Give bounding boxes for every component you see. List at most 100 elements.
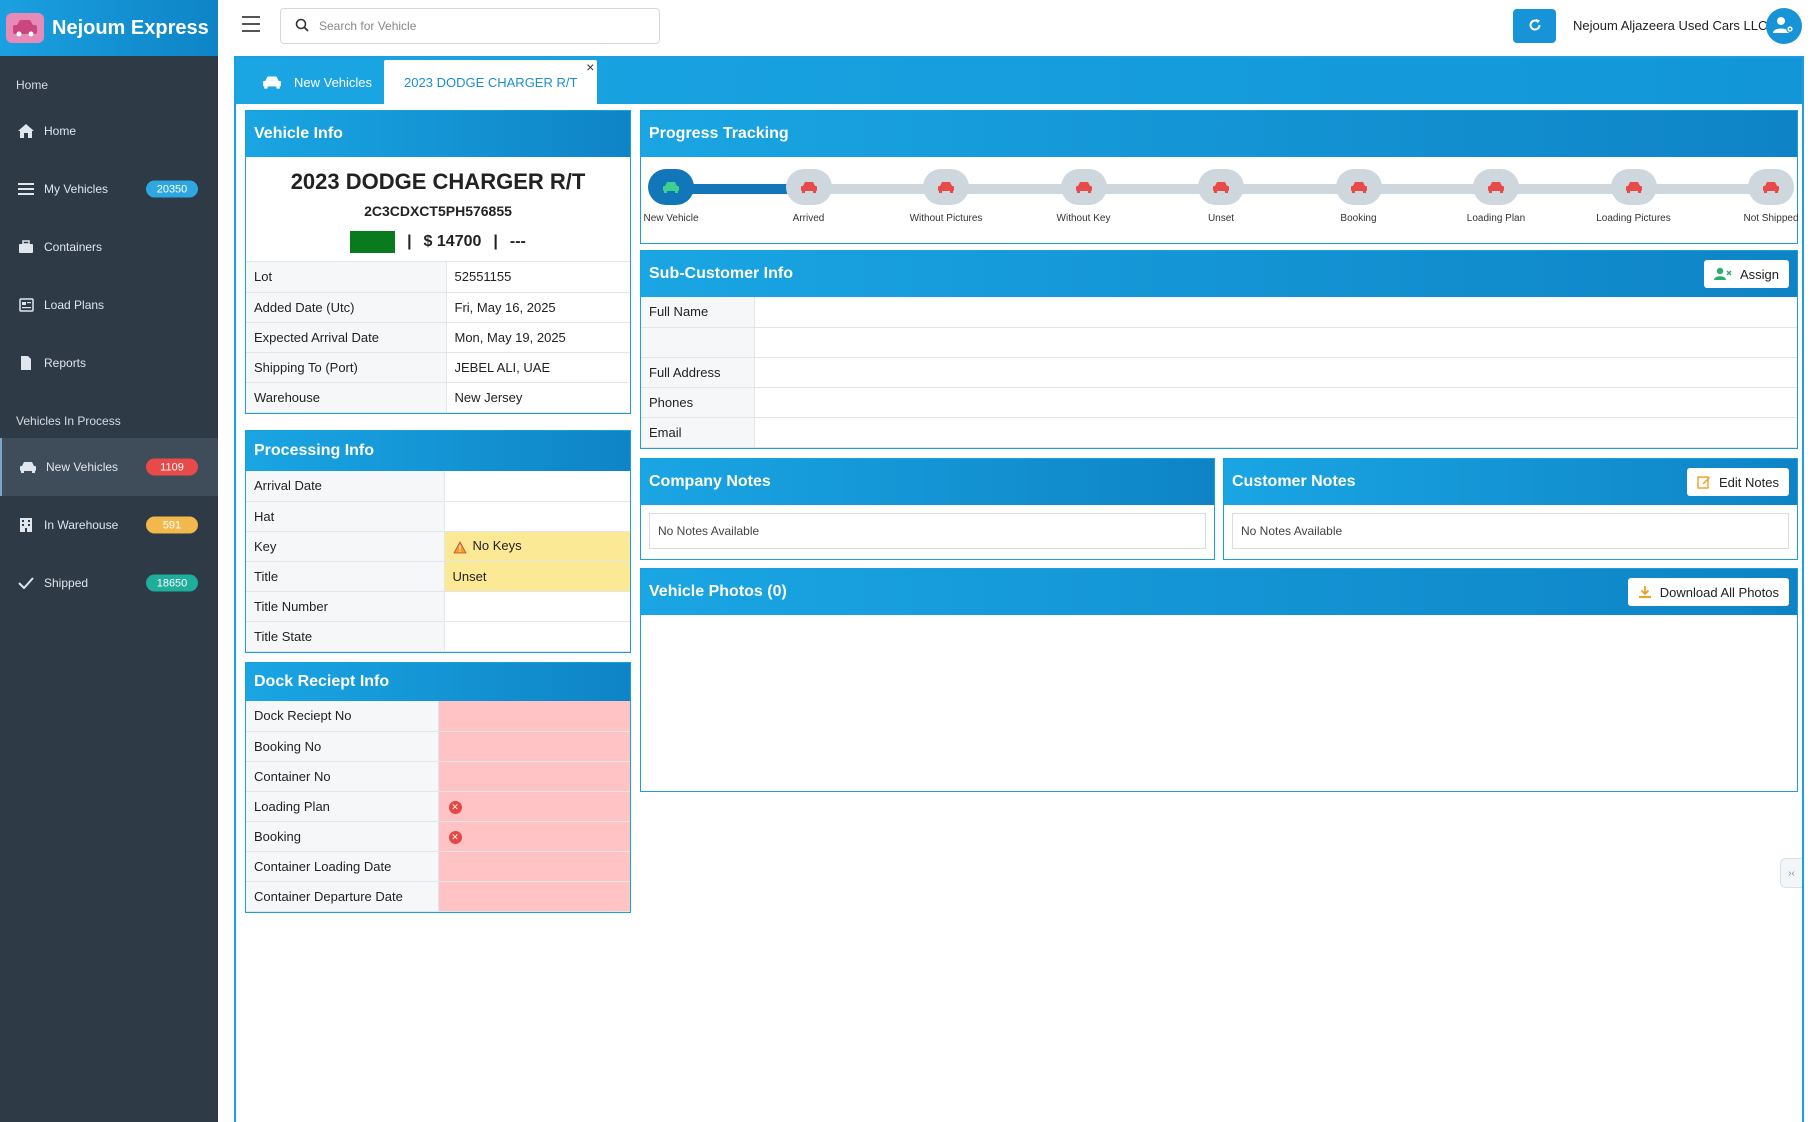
tab-vehicle-detail[interactable]: 2023 DODGE CHARGER R/T ×	[384, 60, 598, 104]
sidebar-item-containers[interactable]: Containers	[0, 218, 218, 276]
table-row: Booking No	[246, 731, 630, 762]
table-row: Dock Reciept No	[246, 701, 630, 732]
field-value	[438, 731, 630, 762]
count-badge: 18650	[146, 574, 198, 592]
field-label: Container Loading Date	[246, 851, 439, 882]
sidebar-section-process: Vehicles In Process	[16, 414, 121, 428]
company-notes-card: Company Notes No Notes Available	[640, 458, 1215, 560]
company-name[interactable]: Nejoum Aljazeera Used Cars LLC	[1573, 18, 1767, 33]
field-label: Loading Plan	[246, 791, 439, 822]
table-row: Arrival Date	[246, 471, 630, 502]
card-title: Vehicle Info	[246, 111, 630, 157]
sidebar-item-new-vehicles[interactable]: New Vehicles 1109	[0, 438, 218, 496]
vehicle-meta: Green | $ 14700 | ---	[246, 231, 630, 253]
sidebar-item-load-plans[interactable]: Load Plans	[0, 276, 218, 334]
download-all-photos-button[interactable]: Download All Photos	[1627, 578, 1789, 606]
count-badge: 1109	[146, 458, 198, 476]
progress-step: New Vehicle	[621, 169, 721, 224]
search-box[interactable]	[280, 8, 660, 44]
user-settings-button[interactable]	[1766, 8, 1802, 44]
field-label	[641, 327, 755, 358]
file-icon	[16, 354, 36, 372]
field-value	[754, 357, 1797, 388]
sidebar-item-reports[interactable]: Reports	[0, 334, 218, 392]
field-label: Lot	[246, 262, 447, 293]
sidebar-item-home[interactable]: Home	[0, 102, 218, 160]
customer-notes-card: Customer Notes Edit Notes No Notes Avail…	[1223, 458, 1798, 560]
car-icon	[1610, 169, 1657, 205]
progress-steps: New Vehicle Arrived Without Pictures Withou…	[641, 157, 1799, 241]
field-label: Added Date (Utc)	[246, 292, 447, 323]
field-value: No Keys	[472, 538, 522, 554]
progress-step: Without Key	[1034, 169, 1134, 224]
briefcase-icon	[16, 238, 36, 256]
table-row: Warehouse New Jersey	[246, 382, 630, 413]
processing-info-card: Processing Info Arrival Date Hat Key No K…	[245, 430, 631, 653]
field-label: Expected Arrival Date	[246, 322, 447, 353]
field-label: Title Number	[246, 591, 445, 622]
user-gear-icon	[1773, 16, 1795, 37]
brand[interactable]: Nejoum Express	[0, 0, 218, 56]
field-value	[438, 851, 630, 882]
notes-text: No Notes Available	[1232, 513, 1789, 549]
sub-customer-table: Full Name Full Address Phones Email	[641, 297, 1797, 448]
field-label: Full Name	[641, 297, 755, 328]
newspaper-icon	[16, 296, 36, 314]
field-label: Warehouse	[246, 382, 447, 413]
vehicle-title: 2023 DODGE CHARGER R/T	[290, 169, 586, 194]
field-label: Full Address	[641, 357, 755, 388]
tab-bar: New Vehicles 2023 DODGE CHARGER R/T ×	[236, 58, 1802, 104]
card-title: Sub-Customer Info	[649, 265, 793, 282]
table-row: Expected Arrival Date Mon, May 19, 2025	[246, 322, 630, 353]
car-icon	[785, 169, 832, 205]
table-row: Email	[641, 417, 1797, 448]
field-label: Arrival Date	[246, 471, 445, 502]
sidebar-item-label: New Vehicles	[46, 460, 119, 474]
vehicle-price: $ 14700	[423, 233, 482, 250]
close-icon[interactable]: ×	[586, 60, 594, 74]
edit-icon	[1697, 475, 1711, 489]
car-icon	[1473, 169, 1519, 205]
table-row: Full Address	[641, 357, 1797, 388]
refresh-button[interactable]	[1513, 9, 1556, 43]
dock-receipt-card: Dock Reciept Info Dock Reciept No Bookin…	[245, 662, 631, 913]
field-label: Email	[641, 417, 755, 448]
processing-info-table: Arrival Date Hat Key No Keys Title Unset T…	[246, 471, 630, 652]
count-badge: 591	[146, 516, 198, 534]
user-x-icon	[1713, 267, 1732, 281]
table-row: Full Name	[641, 297, 1797, 328]
menu-toggle-icon[interactable]	[242, 16, 260, 32]
card-header: Sub-Customer Info Assign	[641, 251, 1797, 297]
field-label: Hat	[246, 501, 445, 532]
sidebar-item-shipped[interactable]: Shipped 18650	[0, 554, 218, 612]
search-input[interactable]	[319, 19, 639, 33]
sidebar-item-in-warehouse[interactable]: In Warehouse 591	[0, 496, 218, 554]
x-circle-icon: ✕	[448, 831, 462, 844]
field-value: JEBEL ALI, UAE	[446, 352, 630, 383]
card-title: Vehicle Photos (0)	[649, 583, 787, 600]
assign-button[interactable]: Assign	[1703, 260, 1789, 288]
sidebar-item-my-vehicles[interactable]: My Vehicles 20350	[0, 160, 218, 218]
tab-new-vehicles[interactable]: New Vehicles	[250, 60, 384, 104]
table-row: Lot 52551155	[246, 262, 630, 293]
dock-receipt-table: Dock Reciept No Booking No Container No …	[246, 701, 630, 912]
field-value	[444, 501, 630, 532]
sidebar-item-label: Containers	[44, 240, 103, 254]
sidebar-item-label: Reports	[44, 356, 87, 370]
car-icon	[1748, 169, 1794, 205]
step-label: Without Key	[1056, 213, 1111, 224]
separator: |	[493, 233, 498, 250]
step-label: New Vehicle	[643, 213, 699, 224]
step-label: Unset	[1207, 213, 1235, 224]
table-row: Added Date (Utc) Fri, May 16, 2025	[246, 292, 630, 323]
table-row: Key No Keys	[246, 531, 630, 562]
collapse-handle[interactable]: ›‹	[1780, 858, 1802, 888]
brand-logo-icon	[6, 13, 44, 43]
progress-step: Loading Pictures	[1584, 169, 1684, 224]
edit-notes-button[interactable]: Edit Notes	[1687, 468, 1789, 496]
field-label: Container No	[246, 761, 439, 792]
field-value	[444, 621, 630, 652]
x-circle-icon: ✕	[448, 801, 462, 814]
vehicle-color-swatch: Green	[350, 231, 396, 253]
building-icon	[16, 516, 36, 534]
